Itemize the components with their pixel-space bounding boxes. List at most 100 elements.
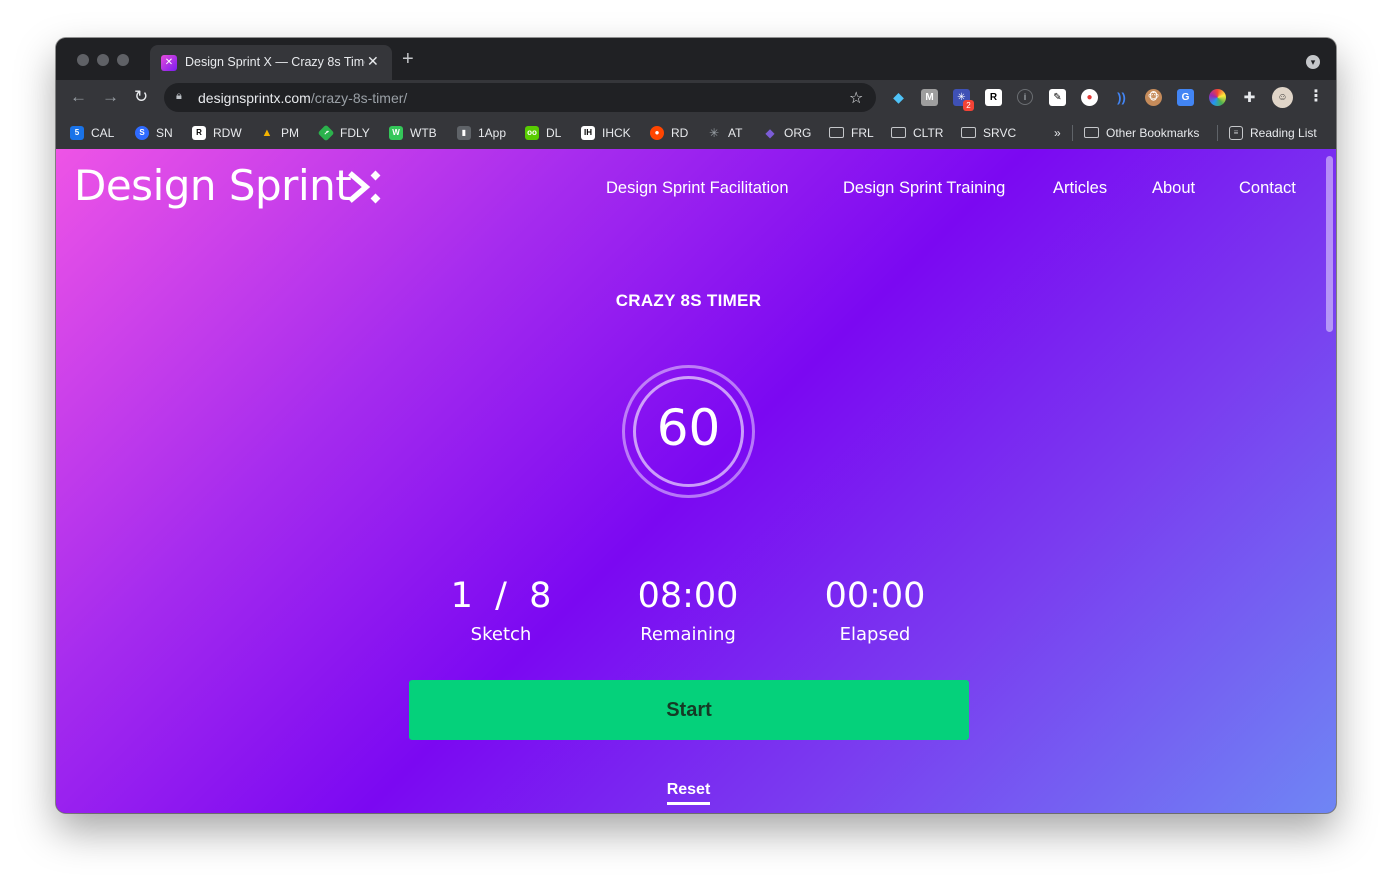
bookmark-dl[interactable]: oo DL <box>525 124 561 141</box>
bookmark-label: SN <box>156 125 173 140</box>
drive-icon: ▲ <box>261 126 273 139</box>
browser-window: ✕ Design Sprint X — Crazy 8s Timer ✕ + ▾… <box>56 38 1336 813</box>
nav-design-sprint-training[interactable]: Design Sprint Training <box>843 179 1005 198</box>
page-title: CRAZY 8S TIMER <box>615 291 762 310</box>
tab-title: Design Sprint X — Crazy 8s Timer <box>185 55 365 69</box>
extension-badge: 2 <box>963 100 974 111</box>
url-path: /crazy-8s-timer/ <box>310 90 408 106</box>
active-tab[interactable]: ✕ Design Sprint X — Crazy 8s Timer ✕ <box>150 45 392 80</box>
bookmark-cal[interactable]: 5 CAL <box>70 124 114 141</box>
bookmark-fdly[interactable]: f FDLY <box>317 124 370 141</box>
folder-icon <box>891 127 906 138</box>
reload-button[interactable]: ↻ <box>134 88 148 106</box>
folder-icon <box>1084 127 1099 138</box>
nav-contact[interactable]: Contact <box>1239 179 1296 198</box>
profile-avatar[interactable]: ☺ <box>1272 87 1293 108</box>
rdw-icon: R <box>192 125 206 140</box>
wave-extension-icon[interactable]: )) <box>1113 89 1130 106</box>
nav-articles[interactable]: Articles <box>1053 179 1107 198</box>
bookmark-label: DL <box>546 125 562 140</box>
bookmark-wtb[interactable]: W WTB <box>389 124 437 141</box>
bookmark-sn[interactable]: S SN <box>135 124 173 141</box>
close-window-button[interactable] <box>77 54 89 66</box>
pokeball-extension-icon[interactable]: ● <box>1081 89 1098 106</box>
edit-extension-icon[interactable]: ✎ <box>1049 89 1066 106</box>
sn-icon: S <box>135 125 149 140</box>
minimize-window-button[interactable] <box>97 54 109 66</box>
nav-design-sprint-facilitation[interactable]: Design Sprint Facilitation <box>606 179 789 198</box>
bookmarks-overflow-button[interactable]: » <box>1054 124 1061 141</box>
back-button[interactable]: ← <box>70 88 87 106</box>
calendar-icon: 5 <box>70 125 84 140</box>
bookmark-rdw[interactable]: R RDW <box>192 124 242 141</box>
site-logo[interactable]: Design Sprint <box>74 161 352 210</box>
url-text[interactable]: designsprintx.com/crazy-8s-timer/ <box>198 90 407 106</box>
sketch-label: Sketch <box>470 624 532 645</box>
bookmark-label: WTB <box>410 125 437 140</box>
elapsed-time: 00:00 <box>824 576 926 616</box>
reset-link[interactable]: Reset <box>666 781 711 805</box>
extensions-puzzle-icon[interactable]: ✚ <box>1241 89 1258 106</box>
r-extension-icon[interactable]: R <box>985 89 1002 106</box>
browser-toolbar: ← → ↻ 🔒︎ designsprintx.com/crazy-8s-time… <box>56 80 1336 116</box>
countdown-seconds: 60 <box>656 399 721 457</box>
reading-list-icon: ≡ <box>1229 125 1243 140</box>
bookmark-1app[interactable]: ▮ 1App <box>457 124 506 141</box>
bookmark-label: SRVC <box>983 125 1017 140</box>
bookmarks-bar: 5 CAL S SN R RDW ▲ PM f FDLY W WTB ▮ 1Ap… <box>56 116 1336 150</box>
other-bookmarks[interactable]: Other Bookmarks <box>1084 124 1199 141</box>
reddit-icon: ● <box>650 125 664 140</box>
elapsed-label: Elapsed <box>839 624 911 645</box>
bookmark-label: Other Bookmarks <box>1106 125 1200 140</box>
bookmark-ihck[interactable]: IH IHCK <box>581 124 631 141</box>
bookmark-label: PM <box>281 125 299 140</box>
tab-close-icon[interactable]: ✕ <box>367 53 379 70</box>
bookmark-rd[interactable]: ● RD <box>650 124 688 141</box>
bookmark-label: ORG <box>784 125 812 140</box>
bookmark-label: FDLY <box>340 125 370 140</box>
site-favicon-icon: ✕ <box>161 55 177 71</box>
monkey-extension-icon[interactable]: 🐵︎ <box>1145 89 1162 106</box>
bookmark-pm[interactable]: ▲ PM <box>260 124 299 141</box>
translate-extension-icon[interactable]: G <box>1177 89 1194 106</box>
duolingo-icon: oo <box>525 125 539 140</box>
logo-x-mark-icon[interactable] <box>348 169 390 205</box>
bookmark-org[interactable]: ◆ ORG <box>763 124 811 141</box>
bookmark-star-icon[interactable]: ☆ <box>849 88 863 108</box>
browser-menu-icon[interactable]: ⋮ <box>1308 88 1324 106</box>
bookmark-folder-frl[interactable]: FRL <box>829 124 874 141</box>
gem-extension-icon[interactable]: ◆ <box>890 89 907 106</box>
reading-list[interactable]: ≡ Reading List <box>1229 124 1317 141</box>
sketch-stat: 1 / 8 Sketch <box>401 574 601 645</box>
forward-button[interactable]: → <box>102 88 119 106</box>
info-extension-icon[interactable]: i <box>1017 89 1033 105</box>
zoom-window-button[interactable] <box>117 54 129 66</box>
at-icon: ✳ <box>708 125 720 140</box>
wtb-icon: W <box>389 125 403 140</box>
bookmark-at[interactable]: ✳ AT <box>707 124 742 141</box>
bookmark-label: 1App <box>478 125 507 140</box>
bookmark-label: RDW <box>213 125 242 140</box>
remaining-stat: 08:00 Remaining <box>588 574 788 645</box>
nav-about[interactable]: About <box>1152 179 1195 198</box>
bookmark-label: RD <box>671 125 689 140</box>
remaining-time: 08:00 <box>637 576 739 616</box>
1app-icon: ▮ <box>457 125 471 140</box>
color-picker-extension-icon[interactable] <box>1209 89 1226 106</box>
bookmark-folder-srvc[interactable]: SRVC <box>961 124 1016 141</box>
start-button[interactable]: Start <box>409 680 969 740</box>
address-bar[interactable]: 🔒︎ designsprintx.com/crazy-8s-timer/ ☆ <box>164 83 876 112</box>
lock-icon[interactable]: 🔒︎ <box>176 90 182 103</box>
sketch-counter: 1 / 8 <box>450 576 552 616</box>
remaining-label: Remaining <box>640 624 736 645</box>
ihck-icon: IH <box>581 125 595 140</box>
folder-icon <box>961 127 976 138</box>
web-page: Design Sprint Design Sprint Facilitation… <box>56 149 1336 813</box>
bookmark-folder-cltr[interactable]: CLTR <box>891 124 943 141</box>
bookmark-label: Reading List <box>1250 125 1317 140</box>
page-scrollbar[interactable] <box>1326 156 1333 332</box>
m-extension-icon[interactable]: M <box>921 89 938 106</box>
url-host: designsprintx.com <box>198 90 311 106</box>
new-tab-button[interactable]: + <box>402 49 414 69</box>
tab-search-icon[interactable]: ▾ <box>1306 55 1320 69</box>
